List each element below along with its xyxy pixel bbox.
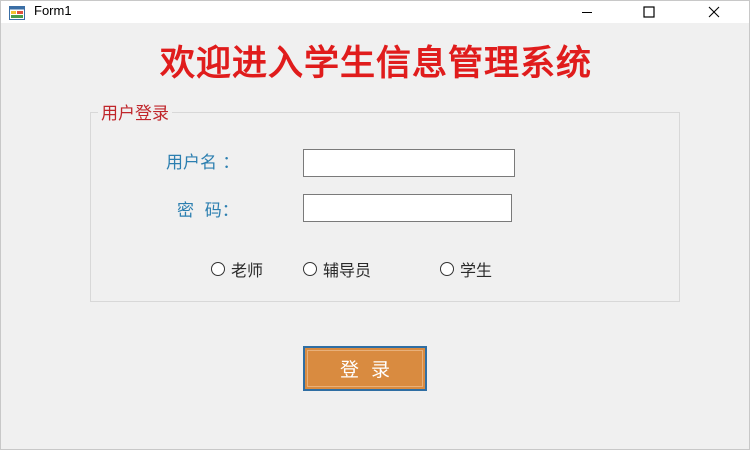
form-icon <box>9 5 25 20</box>
close-icon <box>708 6 720 18</box>
title-bar[interactable]: Form1 <box>1 1 749 23</box>
groupbox-legend: 用户登录 <box>98 99 172 124</box>
radio-circle-icon <box>211 262 225 276</box>
role-radio-teacher[interactable]: 老师 <box>211 257 263 281</box>
radio-circle-icon <box>303 262 317 276</box>
login-button[interactable]: 登录 <box>303 346 427 391</box>
username-input[interactable] <box>303 149 515 177</box>
minimize-button[interactable] <box>564 1 610 23</box>
maximize-icon <box>643 6 655 18</box>
role-label: 辅导员 <box>323 261 372 280</box>
close-button[interactable] <box>691 1 737 23</box>
role-radio-counselor[interactable]: 辅导员 <box>303 257 371 281</box>
page-title: 欢迎进入学生信息管理系统 <box>159 44 592 84</box>
radio-circle-icon <box>440 262 454 276</box>
window-title: Form1 <box>34 3 72 18</box>
password-input[interactable] <box>303 194 512 222</box>
username-label: 用户名 ： <box>166 153 240 173</box>
form-window: Form1 欢迎进入学生信息管理系统 用户登录 用户名 ： 密 码： 老师 辅导… <box>0 0 750 450</box>
role-label: 学生 <box>460 261 493 280</box>
role-radio-student[interactable]: 学生 <box>440 257 492 281</box>
maximize-button[interactable] <box>626 1 672 23</box>
minimize-icon <box>582 12 592 13</box>
password-label: 密 码： <box>177 201 239 221</box>
role-label: 老师 <box>231 261 264 280</box>
